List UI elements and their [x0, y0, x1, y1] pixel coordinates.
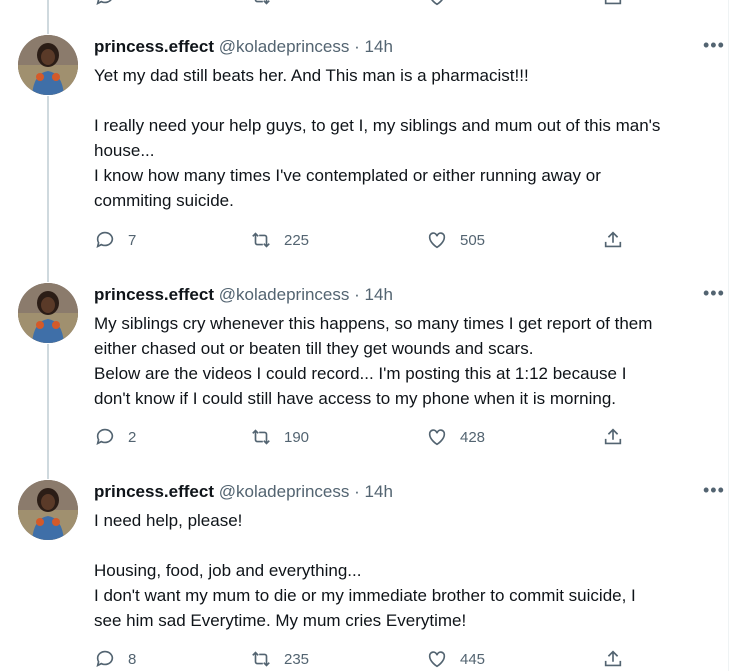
tweet-text: I need help, please! Housing, food, job …: [94, 508, 714, 633]
like-icon: [428, 232, 446, 249]
like-count: 428: [460, 428, 486, 446]
like-button[interactable]: 445: [426, 648, 485, 670]
reply-icon: [96, 428, 114, 445]
display-name[interactable]: princess.effect: [94, 482, 214, 501]
reply-button[interactable]: 8: [94, 648, 136, 670]
tweet-text: My siblings cry whenever this happens, s…: [94, 311, 714, 411]
like-icon[interactable]: [426, 0, 448, 8]
thread-line: [47, 0, 49, 34]
avatar[interactable]: [18, 35, 78, 95]
tweet-line: commiting suicide.: [94, 191, 234, 210]
tweet-actions: 8 235 445: [94, 648, 634, 672]
separator: ·: [354, 37, 360, 56]
like-button[interactable]: 428: [426, 426, 485, 448]
thread-line: [47, 96, 49, 282]
tweet-line: see him sad Everytime. My mum cries Ever…: [94, 611, 467, 630]
share-icon[interactable]: [602, 0, 624, 8]
tweet-actions: 7 225 505: [94, 229, 634, 253]
user-handle[interactable]: @koladeprincess: [219, 285, 350, 304]
tweet-actions: 2 190 428: [94, 426, 634, 450]
tweet-line-blank: [94, 88, 714, 113]
retweet-count: 235: [284, 650, 310, 668]
user-handle[interactable]: @koladeprincess: [219, 482, 350, 501]
tweet-line: I need help, please!: [94, 511, 243, 530]
tweet-line-blank: [94, 533, 714, 558]
share-icon: [604, 231, 622, 248]
retweet-count: 225: [284, 231, 310, 249]
retweet-icon: [252, 651, 270, 667]
display-name[interactable]: princess.effect: [94, 285, 214, 304]
previous-tweet-actions: [0, 0, 728, 6]
avatar[interactable]: [18, 480, 78, 540]
tweet-line: I know how many times I've contemplated …: [94, 166, 601, 185]
tweet-text: Yet my dad still beats her. And This man…: [94, 63, 714, 213]
share-button[interactable]: [602, 426, 636, 448]
separator: ·: [354, 285, 360, 304]
retweet-button[interactable]: 235: [250, 648, 309, 670]
reply-count: 8: [128, 650, 137, 668]
avatar[interactable]: [18, 283, 78, 343]
retweet-icon: [252, 232, 270, 248]
more-icon[interactable]: •••: [703, 284, 725, 302]
reply-icon[interactable]: [94, 0, 116, 8]
tweet-line: don't know if I could still have access …: [94, 389, 617, 408]
like-count: 505: [460, 231, 486, 249]
share-button[interactable]: [602, 229, 636, 251]
share-button[interactable]: [602, 648, 636, 670]
tweet-header: princess.effect @koladeprincess · 14h: [94, 482, 393, 502]
tweet-line: Below are the videos I could record... I…: [94, 364, 627, 383]
timeline: princess.effect @koladeprincess · 14h ••…: [0, 0, 729, 671]
tweet-line: I really need your help guys, to get I, …: [94, 116, 661, 135]
reply-button[interactable]: 7: [94, 229, 136, 251]
more-icon[interactable]: •••: [703, 36, 725, 54]
like-icon: [428, 651, 446, 668]
more-icon[interactable]: •••: [703, 481, 725, 499]
tweet-line: I don't want my mum to die or my immedia…: [94, 586, 636, 605]
retweet-button[interactable]: 190: [250, 426, 309, 448]
retweet-icon[interactable]: [250, 0, 272, 8]
reply-count: 2: [128, 428, 137, 446]
tweet-line: house...: [94, 141, 155, 160]
reply-icon: [96, 231, 114, 248]
reply-count: 7: [128, 231, 137, 249]
like-icon: [428, 429, 446, 446]
retweet-button[interactable]: 225: [250, 229, 309, 251]
like-count: 445: [460, 650, 486, 668]
timestamp[interactable]: 14h: [365, 285, 393, 304]
like-button[interactable]: 505: [426, 229, 485, 251]
tweet-header: princess.effect @koladeprincess · 14h: [94, 285, 393, 305]
reply-button[interactable]: 2: [94, 426, 136, 448]
display-name[interactable]: princess.effect: [94, 37, 214, 56]
tweet-line: Housing, food, job and everything...: [94, 561, 362, 580]
separator: ·: [354, 482, 360, 501]
retweet-count: 190: [284, 428, 310, 446]
thread-line: [47, 344, 49, 479]
share-icon: [604, 650, 622, 667]
tweet-line: either chased out or beaten till they ge…: [94, 339, 534, 358]
timestamp[interactable]: 14h: [365, 37, 393, 56]
user-handle[interactable]: @koladeprincess: [219, 37, 350, 56]
reply-icon: [96, 650, 114, 667]
tweet-line: My siblings cry whenever this happens, s…: [94, 314, 653, 333]
retweet-icon: [252, 429, 270, 445]
timestamp[interactable]: 14h: [365, 482, 393, 501]
tweet-header: princess.effect @koladeprincess · 14h: [94, 37, 393, 57]
share-icon: [604, 428, 622, 445]
tweet-line: Yet my dad still beats her. And This man…: [94, 66, 529, 85]
